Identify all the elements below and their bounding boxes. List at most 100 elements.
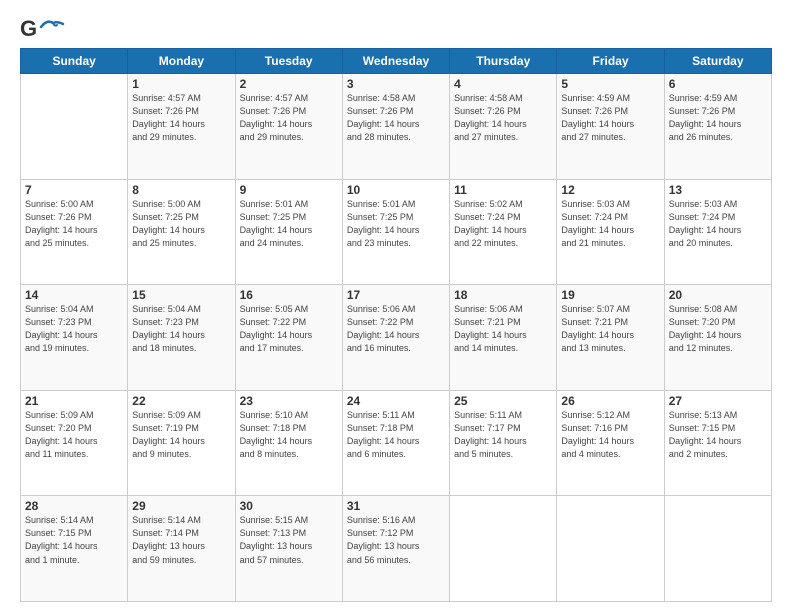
calendar-cell: 7Sunrise: 5:00 AM Sunset: 7:26 PM Daylig…: [21, 179, 128, 285]
day-number: 13: [669, 183, 767, 197]
calendar-cell: 19Sunrise: 5:07 AM Sunset: 7:21 PM Dayli…: [557, 285, 664, 391]
day-info: Sunrise: 5:16 AM Sunset: 7:12 PM Dayligh…: [347, 514, 445, 566]
calendar-cell: 31Sunrise: 5:16 AM Sunset: 7:12 PM Dayli…: [342, 496, 449, 602]
page: G SundayMondayTuesdayWednesdayThu: [0, 0, 792, 612]
calendar-week-2: 7Sunrise: 5:00 AM Sunset: 7:26 PM Daylig…: [21, 179, 772, 285]
calendar-cell: 24Sunrise: 5:11 AM Sunset: 7:18 PM Dayli…: [342, 390, 449, 496]
day-number: 22: [132, 394, 230, 408]
calendar-cell: 11Sunrise: 5:02 AM Sunset: 7:24 PM Dayli…: [450, 179, 557, 285]
calendar-cell: 22Sunrise: 5:09 AM Sunset: 7:19 PM Dayli…: [128, 390, 235, 496]
day-info: Sunrise: 5:14 AM Sunset: 7:15 PM Dayligh…: [25, 514, 123, 566]
calendar-cell: 25Sunrise: 5:11 AM Sunset: 7:17 PM Dayli…: [450, 390, 557, 496]
day-info: Sunrise: 4:59 AM Sunset: 7:26 PM Dayligh…: [561, 92, 659, 144]
day-number: 12: [561, 183, 659, 197]
calendar-cell: [664, 496, 771, 602]
day-info: Sunrise: 5:01 AM Sunset: 7:25 PM Dayligh…: [240, 198, 338, 250]
day-info: Sunrise: 5:02 AM Sunset: 7:24 PM Dayligh…: [454, 198, 552, 250]
day-info: Sunrise: 5:03 AM Sunset: 7:24 PM Dayligh…: [561, 198, 659, 250]
calendar-cell: 9Sunrise: 5:01 AM Sunset: 7:25 PM Daylig…: [235, 179, 342, 285]
day-info: Sunrise: 5:15 AM Sunset: 7:13 PM Dayligh…: [240, 514, 338, 566]
calendar-cell: 14Sunrise: 5:04 AM Sunset: 7:23 PM Dayli…: [21, 285, 128, 391]
day-info: Sunrise: 5:04 AM Sunset: 7:23 PM Dayligh…: [132, 303, 230, 355]
day-info: Sunrise: 5:08 AM Sunset: 7:20 PM Dayligh…: [669, 303, 767, 355]
calendar-cell: 3Sunrise: 4:58 AM Sunset: 7:26 PM Daylig…: [342, 74, 449, 180]
logo: G: [20, 16, 65, 40]
day-info: Sunrise: 5:09 AM Sunset: 7:20 PM Dayligh…: [25, 409, 123, 461]
day-number: 2: [240, 77, 338, 91]
calendar-cell: 8Sunrise: 5:00 AM Sunset: 7:25 PM Daylig…: [128, 179, 235, 285]
day-info: Sunrise: 5:07 AM Sunset: 7:21 PM Dayligh…: [561, 303, 659, 355]
calendar-cell: [557, 496, 664, 602]
day-header-thursday: Thursday: [450, 49, 557, 74]
day-info: Sunrise: 5:00 AM Sunset: 7:26 PM Dayligh…: [25, 198, 123, 250]
day-header-friday: Friday: [557, 49, 664, 74]
calendar-cell: 15Sunrise: 5:04 AM Sunset: 7:23 PM Dayli…: [128, 285, 235, 391]
logo-block: G: [20, 16, 65, 40]
day-info: Sunrise: 5:06 AM Sunset: 7:21 PM Dayligh…: [454, 303, 552, 355]
day-number: 8: [132, 183, 230, 197]
day-info: Sunrise: 5:03 AM Sunset: 7:24 PM Dayligh…: [669, 198, 767, 250]
calendar-cell: 18Sunrise: 5:06 AM Sunset: 7:21 PM Dayli…: [450, 285, 557, 391]
day-number: 21: [25, 394, 123, 408]
day-number: 16: [240, 288, 338, 302]
logo-bird-icon: [39, 19, 65, 35]
calendar-cell: 23Sunrise: 5:10 AM Sunset: 7:18 PM Dayli…: [235, 390, 342, 496]
calendar-week-1: 1Sunrise: 4:57 AM Sunset: 7:26 PM Daylig…: [21, 74, 772, 180]
calendar-table: SundayMondayTuesdayWednesdayThursdayFrid…: [20, 48, 772, 602]
calendar-cell: 2Sunrise: 4:57 AM Sunset: 7:26 PM Daylig…: [235, 74, 342, 180]
day-number: 11: [454, 183, 552, 197]
calendar-cell: 4Sunrise: 4:58 AM Sunset: 7:26 PM Daylig…: [450, 74, 557, 180]
calendar-cell: 10Sunrise: 5:01 AM Sunset: 7:25 PM Dayli…: [342, 179, 449, 285]
day-number: 31: [347, 499, 445, 513]
day-header-sunday: Sunday: [21, 49, 128, 74]
day-info: Sunrise: 4:58 AM Sunset: 7:26 PM Dayligh…: [347, 92, 445, 144]
day-info: Sunrise: 5:09 AM Sunset: 7:19 PM Dayligh…: [132, 409, 230, 461]
day-number: 30: [240, 499, 338, 513]
day-info: Sunrise: 5:06 AM Sunset: 7:22 PM Dayligh…: [347, 303, 445, 355]
day-header-tuesday: Tuesday: [235, 49, 342, 74]
day-number: 10: [347, 183, 445, 197]
day-info: Sunrise: 5:04 AM Sunset: 7:23 PM Dayligh…: [25, 303, 123, 355]
day-number: 9: [240, 183, 338, 197]
day-number: 26: [561, 394, 659, 408]
calendar-cell: 26Sunrise: 5:12 AM Sunset: 7:16 PM Dayli…: [557, 390, 664, 496]
day-number: 23: [240, 394, 338, 408]
calendar-cell: 13Sunrise: 5:03 AM Sunset: 7:24 PM Dayli…: [664, 179, 771, 285]
day-info: Sunrise: 5:11 AM Sunset: 7:17 PM Dayligh…: [454, 409, 552, 461]
day-number: 27: [669, 394, 767, 408]
day-number: 5: [561, 77, 659, 91]
day-header-wednesday: Wednesday: [342, 49, 449, 74]
calendar-cell: 6Sunrise: 4:59 AM Sunset: 7:26 PM Daylig…: [664, 74, 771, 180]
day-info: Sunrise: 5:00 AM Sunset: 7:25 PM Dayligh…: [132, 198, 230, 250]
day-number: 4: [454, 77, 552, 91]
calendar-cell: [21, 74, 128, 180]
calendar-cell: 12Sunrise: 5:03 AM Sunset: 7:24 PM Dayli…: [557, 179, 664, 285]
calendar-cell: 20Sunrise: 5:08 AM Sunset: 7:20 PM Dayli…: [664, 285, 771, 391]
calendar-header-row: SundayMondayTuesdayWednesdayThursdayFrid…: [21, 49, 772, 74]
day-number: 1: [132, 77, 230, 91]
calendar-cell: [450, 496, 557, 602]
day-info: Sunrise: 4:58 AM Sunset: 7:26 PM Dayligh…: [454, 92, 552, 144]
calendar-cell: 21Sunrise: 5:09 AM Sunset: 7:20 PM Dayli…: [21, 390, 128, 496]
calendar-cell: 27Sunrise: 5:13 AM Sunset: 7:15 PM Dayli…: [664, 390, 771, 496]
day-number: 15: [132, 288, 230, 302]
day-info: Sunrise: 5:05 AM Sunset: 7:22 PM Dayligh…: [240, 303, 338, 355]
day-number: 18: [454, 288, 552, 302]
day-info: Sunrise: 4:57 AM Sunset: 7:26 PM Dayligh…: [132, 92, 230, 144]
calendar-cell: 30Sunrise: 5:15 AM Sunset: 7:13 PM Dayli…: [235, 496, 342, 602]
header: G: [20, 16, 772, 40]
day-number: 19: [561, 288, 659, 302]
day-header-monday: Monday: [128, 49, 235, 74]
calendar-cell: 5Sunrise: 4:59 AM Sunset: 7:26 PM Daylig…: [557, 74, 664, 180]
day-number: 14: [25, 288, 123, 302]
day-number: 7: [25, 183, 123, 197]
day-info: Sunrise: 4:59 AM Sunset: 7:26 PM Dayligh…: [669, 92, 767, 144]
day-info: Sunrise: 5:14 AM Sunset: 7:14 PM Dayligh…: [132, 514, 230, 566]
calendar-week-5: 28Sunrise: 5:14 AM Sunset: 7:15 PM Dayli…: [21, 496, 772, 602]
calendar-cell: 29Sunrise: 5:14 AM Sunset: 7:14 PM Dayli…: [128, 496, 235, 602]
calendar-week-4: 21Sunrise: 5:09 AM Sunset: 7:20 PM Dayli…: [21, 390, 772, 496]
day-number: 24: [347, 394, 445, 408]
day-number: 28: [25, 499, 123, 513]
day-number: 6: [669, 77, 767, 91]
day-number: 25: [454, 394, 552, 408]
